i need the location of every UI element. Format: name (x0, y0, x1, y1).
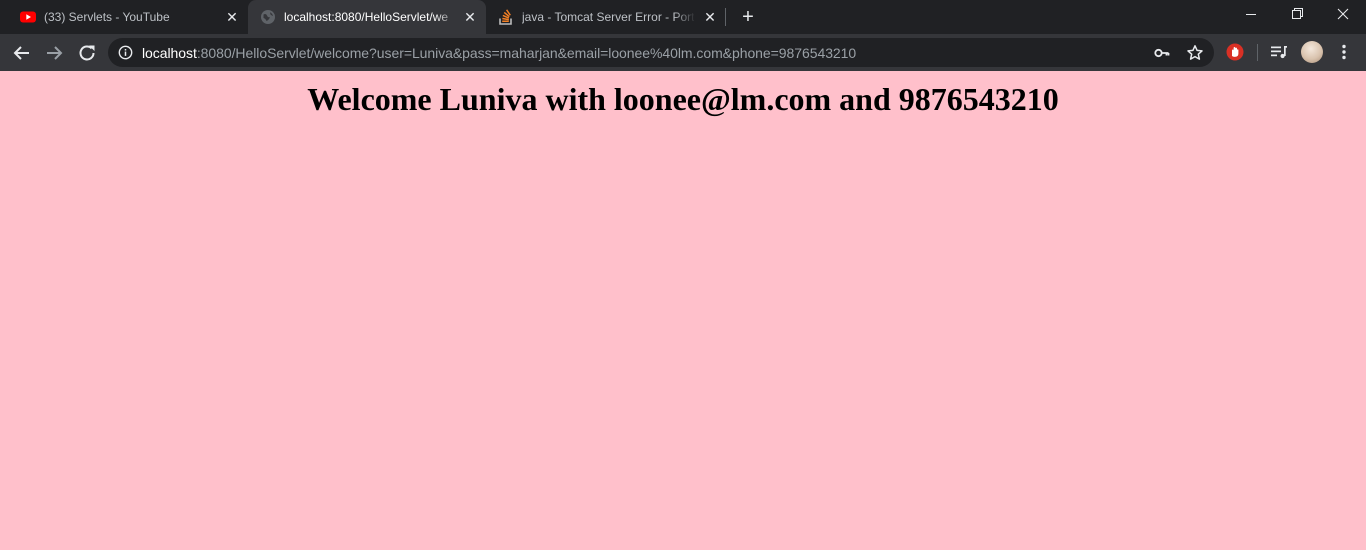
url-path: :8080/HelloServlet/welcome?user=Luniva&p… (196, 45, 857, 61)
url-host: localhost (142, 45, 197, 61)
tab-title: (33) Servlets - YouTube (44, 10, 170, 24)
tab-stackoverflow[interactable]: java - Tomcat Server Error - Port 8080 a… (486, 0, 724, 34)
tab-separator (725, 8, 726, 26)
close-tab-icon[interactable]: ✕ (224, 9, 240, 25)
more-menu-icon[interactable] (1336, 43, 1352, 61)
url-text[interactable]: localhost:8080/HelloServlet/welcome?user… (142, 45, 856, 61)
stackoverflow-icon (499, 9, 512, 25)
reload-icon[interactable] (75, 41, 99, 65)
new-tab-button[interactable]: + (738, 7, 758, 27)
toolbar-separator (1257, 44, 1258, 61)
info-icon[interactable] (118, 45, 133, 60)
globe-icon (261, 10, 275, 24)
tab-strip: (33) Servlets - YouTube ✕ localhost:8080… (0, 0, 1366, 34)
welcome-heading: Welcome Luniva with loonee@lm.com and 98… (307, 81, 1059, 117)
extension-icon[interactable] (1226, 43, 1244, 61)
youtube-icon (20, 11, 36, 23)
profile-avatar[interactable] (1301, 41, 1323, 63)
restore-window-icon[interactable] (1274, 0, 1320, 30)
forward-arrow-icon[interactable] (42, 41, 66, 65)
playlist-icon[interactable] (1270, 43, 1288, 61)
close-tab-icon[interactable]: ✕ (702, 9, 718, 25)
tab-title: localhost:8080/HelloServlet/welcome?user… (284, 10, 448, 24)
tab-title: java - Tomcat Server Error - Port 8080 a… (522, 10, 694, 24)
address-bar[interactable]: localhost:8080/HelloServlet/welcome?user… (108, 38, 1214, 67)
minimize-window-icon[interactable] (1228, 0, 1274, 30)
star-icon[interactable] (1186, 44, 1204, 62)
tab-youtube[interactable]: (33) Servlets - YouTube ✕ (8, 0, 246, 34)
tab-localhost[interactable]: localhost:8080/HelloServlet/welcome?user… (248, 0, 486, 34)
key-icon[interactable] (1154, 45, 1170, 61)
back-arrow-icon[interactable] (10, 41, 34, 65)
close-window-icon[interactable] (1320, 0, 1366, 30)
page-content: Welcome Luniva with loonee@lm.com and 98… (0, 71, 1366, 550)
close-tab-icon[interactable]: ✕ (462, 9, 478, 25)
browser-toolbar: localhost:8080/HelloServlet/welcome?user… (0, 34, 1366, 71)
